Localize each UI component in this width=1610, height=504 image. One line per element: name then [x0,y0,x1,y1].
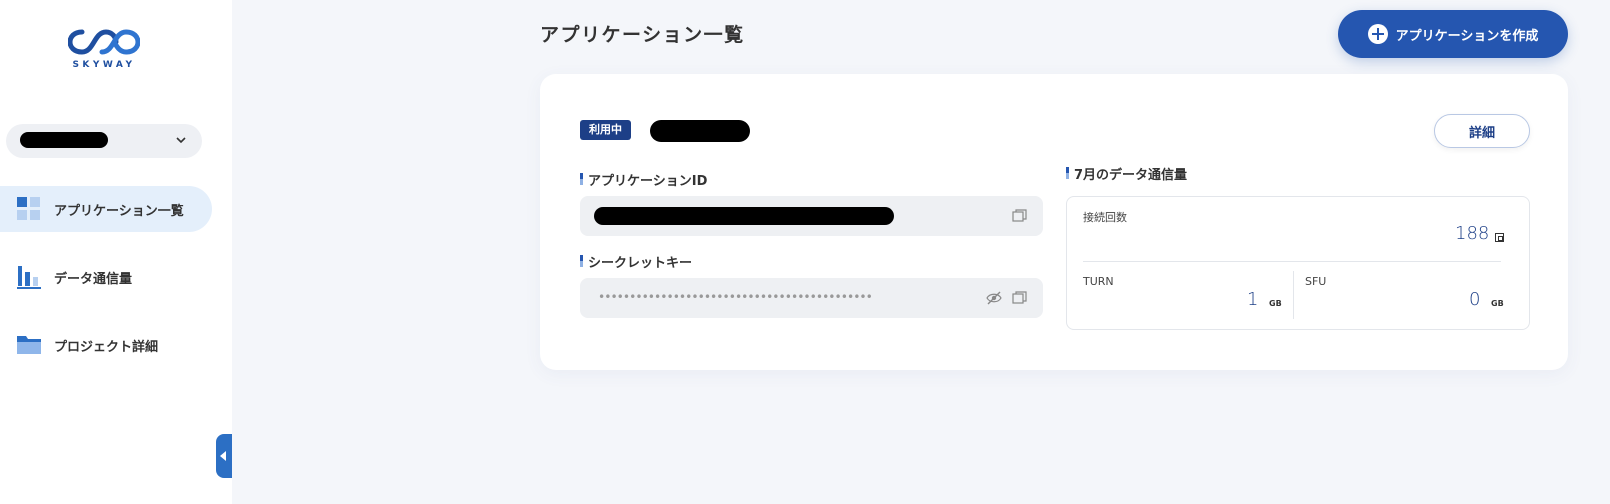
bar-chart-icon [17,266,41,289]
page-title: アプリケーション一覧 [540,24,745,46]
logo-text: SKYWAY [72,60,136,70]
sidebar-item-label: プロジェクト詳細 [54,339,159,355]
divider [1083,261,1501,262]
copy-icon[interactable] [1012,290,1028,306]
sfu-value: 0 [1469,289,1481,310]
copy-icon[interactable] [1012,208,1028,224]
secret-key-field: ••••••••••••••••••••••••••••••••••••••••… [580,278,1043,318]
plus-icon [1367,24,1388,44]
divider [1293,271,1294,319]
sidebar-collapse-toggle[interactable] [216,434,232,478]
sfu-unit: GB [1491,299,1504,308]
skyway-logo[interactable]: SKYWAY [62,28,146,80]
create-application-label: アプリケーションを作成 [1395,27,1539,43]
detail-button[interactable]: 詳細 [1434,114,1530,148]
secret-key-masked: ••••••••••••••••••••••••••••••••••••••••… [598,290,873,304]
secret-key-label: シークレットキー [580,252,692,271]
eye-off-icon[interactable] [986,290,1002,306]
sidebar: SKYWAY アプリケーション一覧 データ通信量 プロジェクト詳細 [0,0,232,504]
app-id-label: アプリケーションID [580,170,707,189]
connections-unit-icon [1495,233,1504,242]
skyway-logo-mark [68,29,140,55]
create-application-button[interactable]: アプリケーションを作成 [1338,10,1568,58]
status-badge: 利用中 [580,120,631,140]
sfu-label: SFU [1305,275,1327,288]
usage-stats-panel: 接続回数 188 TURN 1 GB SFU 0 GB [1066,196,1530,330]
application-card: 利用中 詳細 アプリケーションID シークレットキー •••••••••••••… [540,74,1568,370]
turn-label: TURN [1083,275,1114,288]
app-id-field [580,196,1043,236]
app-id-redacted [594,207,894,225]
sidebar-item-applications[interactable]: アプリケーション一覧 [0,186,212,232]
project-selector[interactable] [6,124,202,158]
app-name-redacted [650,120,750,142]
sidebar-item-label: アプリケーション一覧 [54,203,184,219]
sidebar-item-label: データ通信量 [54,271,133,287]
connections-value: 188 [1455,223,1490,244]
folder-icon [17,336,41,354]
usage-label: 7月のデータ通信量 [1066,164,1187,183]
chevron-down-icon [176,137,186,144]
sidebar-item-data-usage[interactable]: データ通信量 [0,254,212,300]
grid-icon [17,197,40,220]
sidebar-item-project-details[interactable]: プロジェクト詳細 [0,322,212,368]
turn-unit: GB [1269,299,1282,308]
turn-value: 1 [1247,289,1259,310]
project-name-redacted [20,132,108,148]
connections-label: 接続回数 [1083,211,1127,224]
